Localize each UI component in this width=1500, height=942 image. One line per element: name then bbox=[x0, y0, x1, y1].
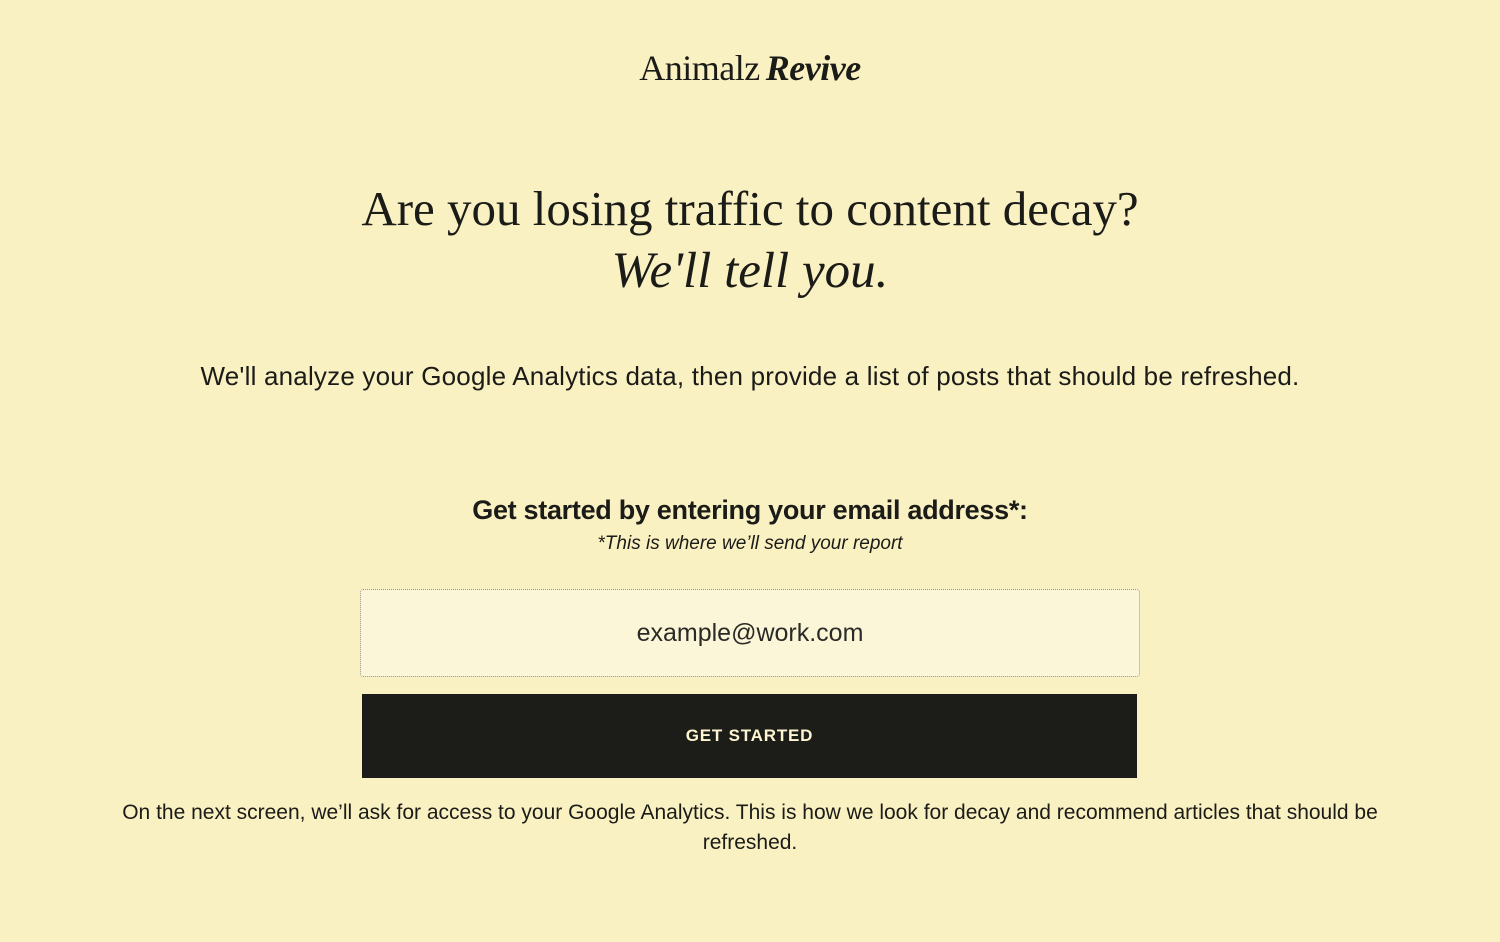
signup-note: *This is where we’ll send your report bbox=[597, 533, 903, 554]
brand-logo: Animalz Revive bbox=[0, 44, 1500, 92]
signup-title: Get started by entering your email addre… bbox=[472, 495, 1028, 525]
get-started-button[interactable]: GET STARTED bbox=[362, 694, 1137, 778]
hero-headline: Are you losing traffic to content decay?… bbox=[0, 178, 1500, 302]
brand-name-animalz: Animalz bbox=[639, 48, 760, 88]
hero-subtitle: We'll analyze your Google Analytics data… bbox=[200, 361, 1300, 391]
brand-name-revive: Revive bbox=[765, 48, 861, 88]
headline-line-1: Are you losing traffic to content decay? bbox=[361, 181, 1139, 236]
headline-line-2: We'll tell you. bbox=[611, 243, 889, 299]
email-input[interactable] bbox=[360, 589, 1140, 677]
signup-footnote: On the next screen, we’ll ask for access… bbox=[122, 801, 1378, 854]
